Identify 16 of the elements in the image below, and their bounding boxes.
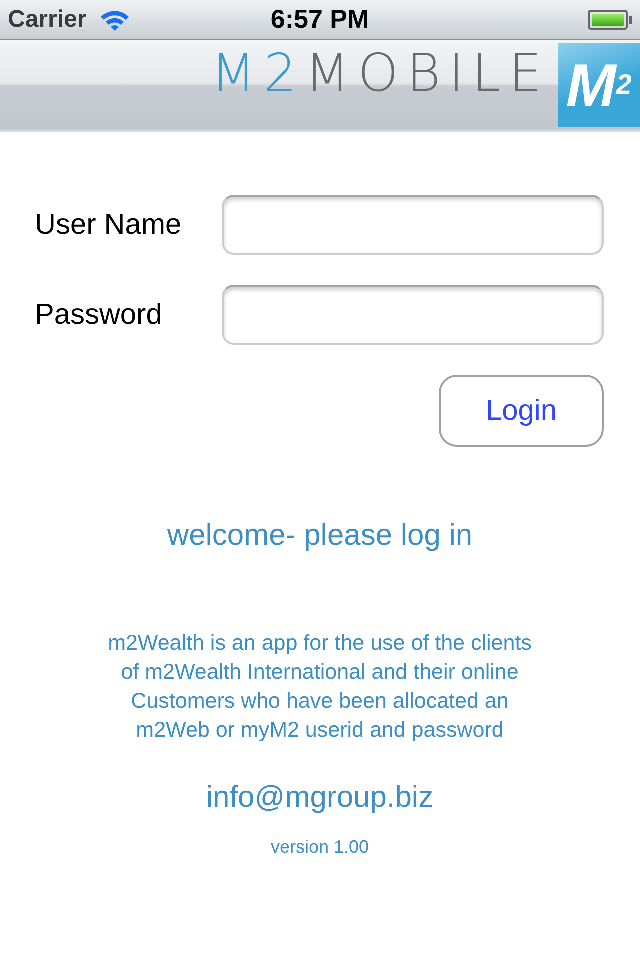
logo-text: M2 MOBILE <box>211 46 550 102</box>
field-label: Password <box>35 298 162 332</box>
email-address: info@mgroup.biz <box>206 781 434 814</box>
description-line: of m2Wealth International and their online <box>121 659 519 686</box>
logo-tile: M$^{2}$ <box>558 43 640 127</box>
carrier-name: Carrier <box>8 6 87 34</box>
login-button[interactable]: Login <box>439 375 604 447</box>
input-field[interactable] <box>222 195 604 255</box>
clock-time: 6:57 PM <box>270 4 370 35</box>
description-line: m2Wealth is an app for the use of the clients <box>108 630 532 657</box>
field-label: User Name <box>35 208 182 242</box>
description-line: m2Web or myM2 userid and password <box>136 717 504 744</box>
welcome-message: welcome- please log in <box>167 519 473 552</box>
version-label: version 1.00 <box>270 837 370 857</box>
description-line: Customers who have been allocated an <box>131 688 509 715</box>
input-field[interactable] <box>222 285 604 345</box>
